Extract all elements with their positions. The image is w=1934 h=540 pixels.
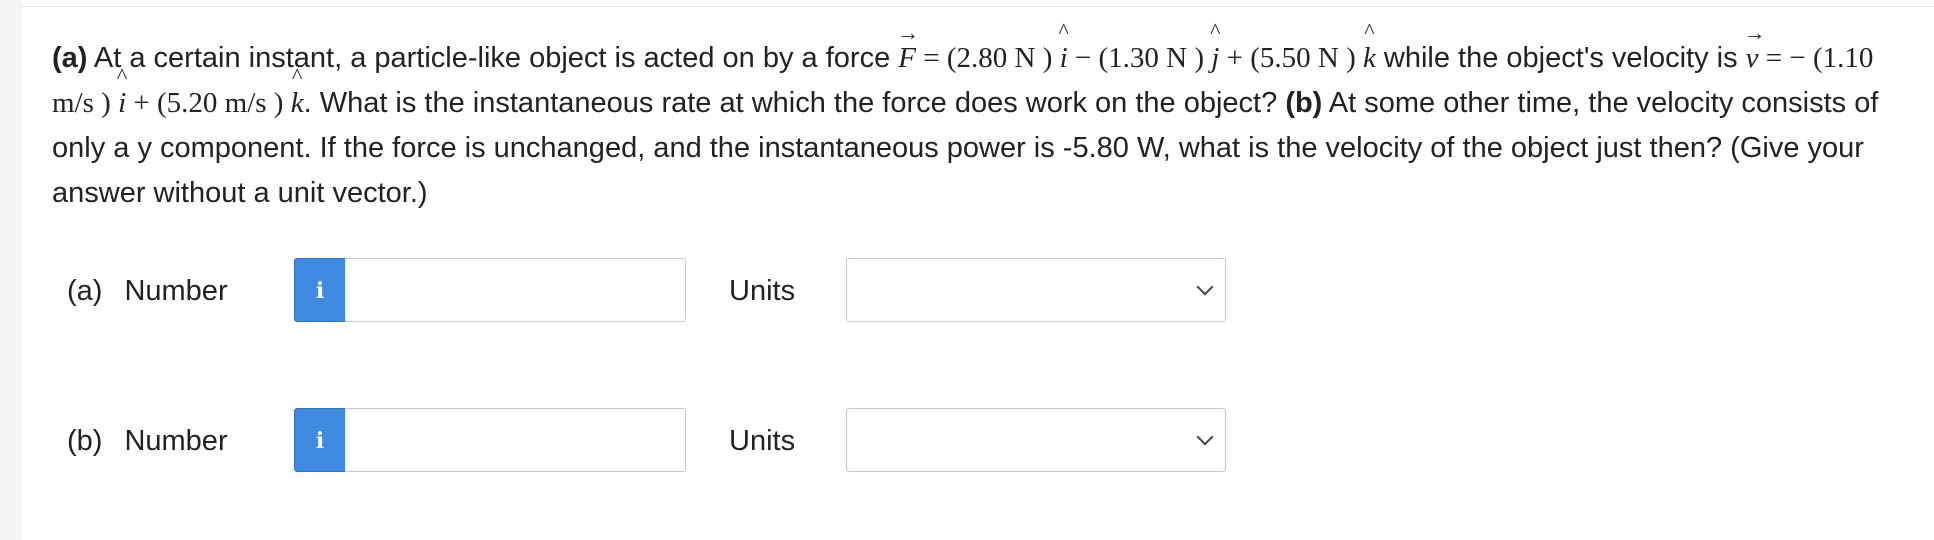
answer-row-b: (b) Number i Units (0, 408, 1300, 474)
unit-vector-k: ^ k (1363, 20, 1376, 81)
part-a-text-2: while the object's velocity is (1375, 42, 1746, 74)
answer-part-tag: (b) (67, 425, 103, 457)
info-button[interactable]: i (294, 258, 346, 322)
chevron-down-icon (1196, 278, 1214, 296)
unit-vector-j: ^ j (1210, 20, 1220, 81)
units-select-b[interactable] (846, 408, 1226, 472)
hat-icon: ^ (1058, 18, 1069, 43)
answer-label-b: (b) Number (67, 424, 228, 458)
part-a-text-1: At a certain instant, a particle-like ob… (87, 42, 899, 74)
force-equation: → F = (2.80 N ) ^ i − (1.30 N ) ^ j + (5.50… (897, 20, 1376, 75)
top-divider (22, 6, 1934, 7)
units-label: Units (729, 275, 796, 307)
vector-arrow-icon: → (897, 20, 920, 45)
number-input-b[interactable] (345, 408, 686, 472)
part-b-tag: (b) (1285, 87, 1323, 119)
velocity-vector-symbol: → v (1743, 20, 1766, 75)
unit-vector-i: ^ i (1058, 20, 1068, 81)
vector-arrow-icon: → (1743, 20, 1766, 45)
part-a-tag: (a) (52, 42, 88, 74)
answer-part-tag: (a) (67, 275, 103, 307)
units-select-a[interactable] (846, 258, 1226, 322)
unit-vector-k: ^ k (291, 65, 304, 126)
number-label: Number (124, 275, 228, 307)
hat-icon: ^ (1364, 18, 1375, 43)
hat-icon: ^ (291, 63, 303, 88)
units-label: Units (729, 425, 796, 457)
answer-label-a: (a) Number (67, 274, 228, 308)
number-input-a[interactable] (345, 258, 686, 322)
hat-icon: ^ (116, 63, 128, 88)
part-a-text-3: . What is the instantaneous rate at whic… (303, 87, 1286, 119)
force-vector-symbol: → F (897, 20, 920, 75)
answer-row-a: (a) Number i Units (0, 258, 1300, 324)
number-label: Number (124, 425, 228, 457)
unit-vector-i: ^ i (117, 65, 127, 126)
chevron-down-icon (1196, 428, 1214, 446)
question-text: (a) At a certain instant, a particle-lik… (52, 20, 1912, 216)
hat-icon: ^ (1210, 18, 1221, 43)
info-button[interactable]: i (294, 408, 346, 472)
